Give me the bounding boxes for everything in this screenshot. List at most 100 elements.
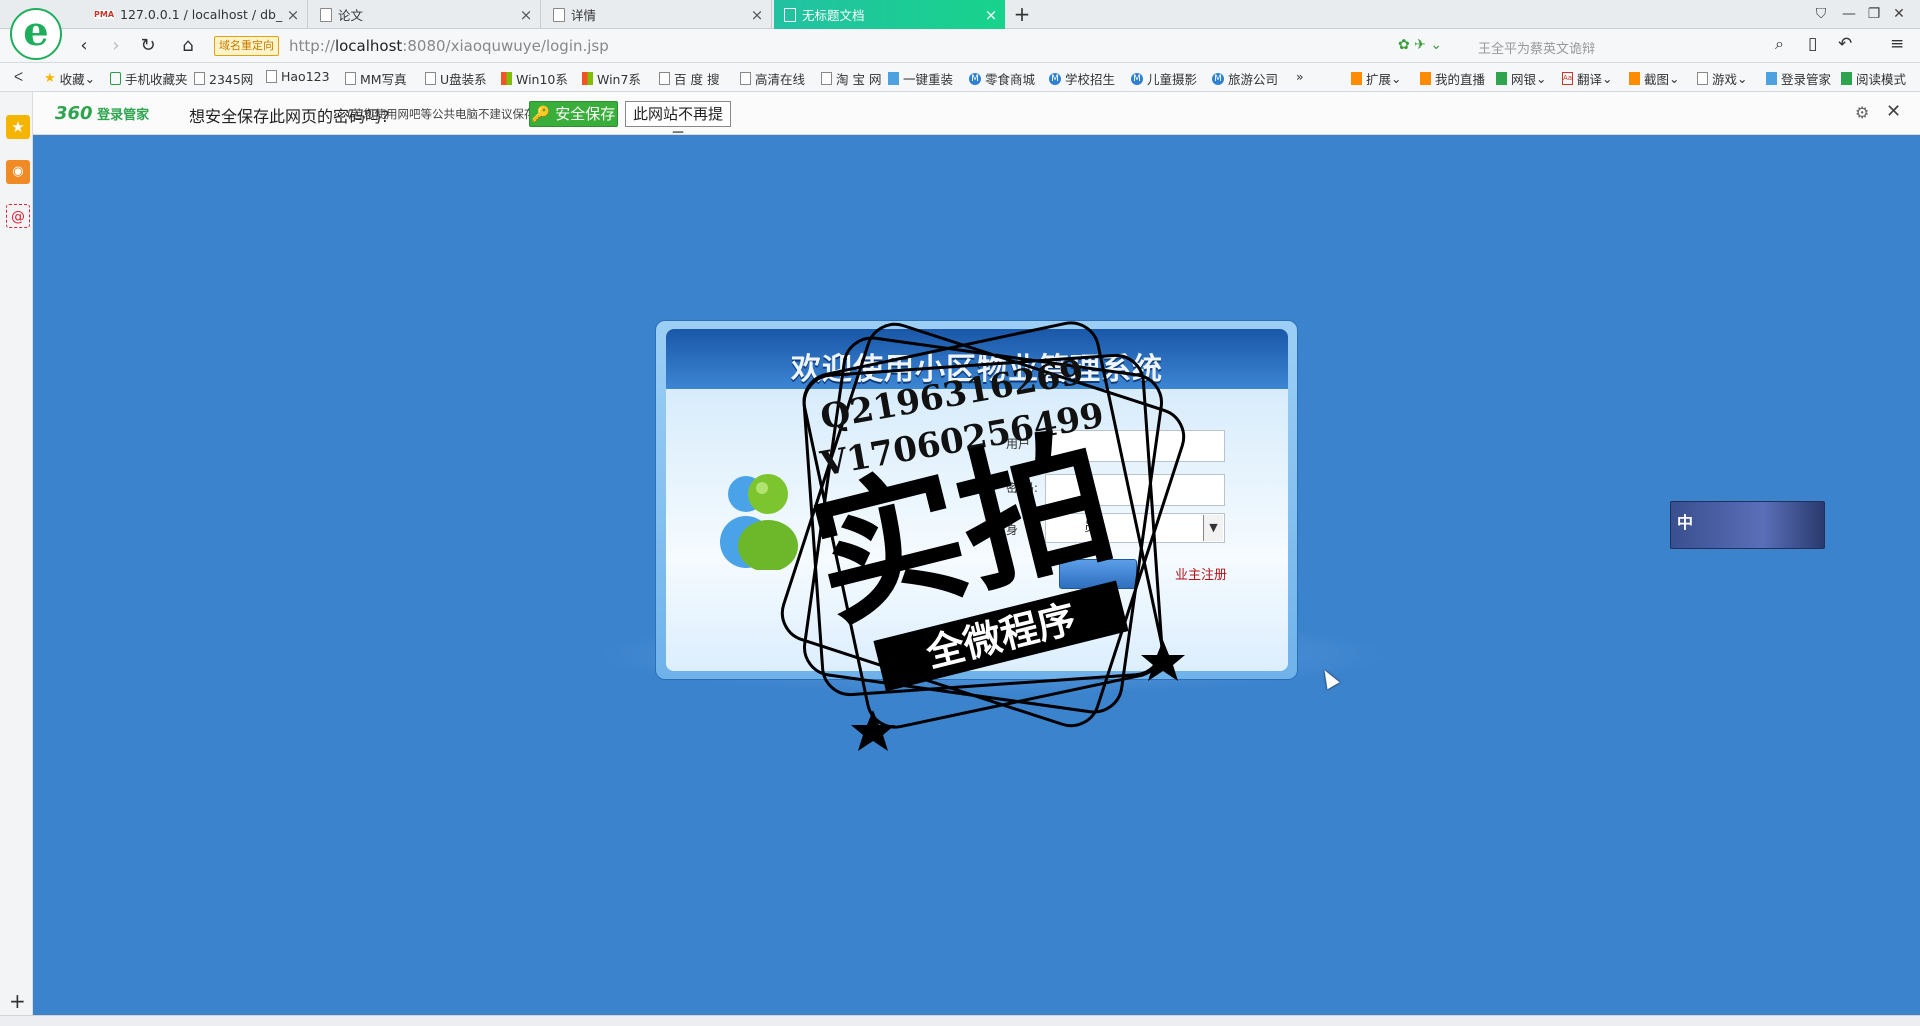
m-icon: M [1212,72,1224,85]
toolbar-label: 阅读模式 [1856,72,1907,87]
bookmark-snacks[interactable]: M 零食商城 [969,69,1035,88]
bookmark-reinstall[interactable]: 一键重装 [888,69,953,88]
m-icon: M [1131,72,1143,85]
toolbar-extensions[interactable]: 扩展 ⌄ [1351,69,1402,88]
bookmark-label: MM写真 [360,72,407,87]
gear-icon[interactable]: ⚙ [1855,103,1869,122]
tab-label: 127.0.0.1 / localhost / db_xiao [120,7,283,22]
bookmark-label: 学校招生 [1065,72,1116,87]
close-window-button[interactable]: ✕ [1888,4,1910,24]
bookmark-baidu[interactable]: 百 度 搜 [659,69,719,88]
menu-icon[interactable]: ≡ [1890,34,1904,54]
windows-icon [582,72,593,85]
close-icon[interactable]: × [283,6,303,24]
page-icon [320,7,332,22]
search-icon[interactable]: ⌕ [1775,34,1784,54]
close-icon[interactable]: × [516,6,536,24]
close-icon[interactable]: × [981,6,1001,24]
bookmark-hao123[interactable]: Hao123 [266,69,330,84]
home-button[interactable]: ⌂ [176,34,200,58]
save-password-button[interactable]: 🔑 安全保存 [529,101,618,127]
close-icon[interactable]: ✕ [1886,101,1901,122]
bookmark-taobao[interactable]: 淘 宝 网 [821,69,881,88]
bookmark-icon[interactable]: ▯ [1808,34,1817,54]
url-field[interactable]: http://localhost:8080/xiaoquwuye/login.j… [289,37,609,55]
sidebar-toggle-icon[interactable]: ᐸ [14,69,23,84]
bookmark-label: 淘 宝 网 [836,72,882,87]
bookmark-label: 一键重装 [903,72,954,87]
page-icon [553,7,565,22]
bookmark-travel[interactable]: M 旅游公司 [1212,69,1278,88]
close-icon[interactable]: × [747,6,767,24]
toolbar-label: 翻译 [1577,72,1603,87]
bookmark-school[interactable]: M 学校招生 [1049,69,1115,88]
toolbar-label: 登录管家 [1781,72,1832,87]
page-icon [740,72,751,85]
bookmark-label: 2345网 [209,72,254,87]
skin-icon[interactable]: ⛉ [1810,4,1832,24]
save-password-label: 安全保存 [555,105,616,123]
tab-label: 论文 [338,8,364,23]
bookmark-gaoqing[interactable]: 高清在线 [740,69,805,88]
restore-button[interactable]: ❐ [1863,4,1885,24]
favorites-icon[interactable]: ★ [6,115,30,139]
refresh-button[interactable]: ↻ [136,34,160,58]
browser-logo[interactable]: e [10,8,62,60]
toolbar-label: 扩展 [1366,72,1392,87]
logo-letter: e [23,8,49,55]
minimize-button[interactable]: — [1838,4,1860,24]
bookmark-upan[interactable]: U盘装系 [425,69,487,88]
toolbar-screenshot[interactable]: 截图 ⌄ [1629,69,1680,88]
tab-phpmyadmin[interactable]: PMA 127.0.0.1 / localhost / db_xiao × [84,0,308,29]
back-button[interactable]: ‹ [72,34,96,58]
screenshot-icon [1629,72,1640,85]
left-sidebar: ★ ◉ @ + [0,92,33,1015]
bookmarks-bar: ᐸ ★ 收藏 ⌄ 手机收藏夹 2345网 Hao123 MM写真 U盘装系 Win… [0,63,1920,92]
bank-icon [1496,72,1507,85]
toolbar-games[interactable]: 游戏 ⌄ [1697,69,1748,88]
bookmark-label: Hao123 [281,69,330,84]
bookmark-mobile[interactable]: 手机收藏夹 [110,69,188,88]
windows-icon [501,72,512,85]
status-bar [0,1015,1920,1026]
m-icon: M [969,72,981,85]
bookmark-mm[interactable]: MM写真 [345,69,407,88]
bookmark-label: 手机收藏夹 [125,72,188,87]
undo-icon[interactable]: ↶ [1838,34,1852,54]
security-icon[interactable]: ✿ ✈ ⌄ [1398,37,1442,53]
add-icon[interactable]: + [9,989,26,1013]
floating-widget[interactable]: 中 [1670,501,1825,549]
toolbar-reader[interactable]: 阅读模式 [1841,69,1906,88]
mail-icon[interactable]: @ [6,204,30,228]
never-prompt-button[interactable]: 此网站不再提示 [625,101,731,147]
url-path: :8080/xiaoquwuye/login.jsp [402,37,609,55]
toolbar-live[interactable]: 我的直播 [1420,69,1485,88]
forward-button[interactable]: › [104,34,128,58]
page-icon [659,72,670,85]
tab-xiangqing[interactable]: 详情 × [543,0,772,29]
tab-untitled[interactable]: 无标题文档 × [774,0,1005,29]
bookmark-2345[interactable]: 2345网 [194,69,253,88]
bookmark-win7[interactable]: Win7系 [582,69,641,88]
bookmark-photo[interactable]: M 儿童摄影 [1131,69,1197,88]
tab-label: 详情 [571,8,597,23]
bookmark-favorites[interactable]: ★ 收藏 ⌄ [44,69,95,88]
brand-text: 登录管家 [97,108,150,123]
toolbar-login-manager[interactable]: 登录管家 [1766,69,1831,88]
phone-icon [110,72,121,85]
toolbar-translate[interactable]: Aa 翻译 ⌄ [1562,69,1613,88]
tab-lunwen[interactable]: 论文 × [310,0,541,29]
bookmark-more[interactable]: » [1296,69,1304,84]
toolbar-label: 我的直播 [1435,72,1486,87]
bookmark-win10[interactable]: Win10系 [501,69,568,88]
redirect-badge[interactable]: 域名重定向 [214,36,279,56]
toolbar-bank[interactable]: 网银 ⌄ [1496,69,1547,88]
toolbar-label: 网银 [1511,72,1537,87]
toolbar-label: 游戏 [1712,72,1738,87]
new-tab-button[interactable]: + [1010,2,1034,26]
url-prefix: http:// [289,37,335,55]
weibo-icon[interactable]: ◉ [6,160,30,184]
extension-icon [1351,72,1362,85]
search-input[interactable]: 王全平为蔡英文诡辩 [1478,38,1595,57]
tab-label: 无标题文档 [802,8,865,23]
